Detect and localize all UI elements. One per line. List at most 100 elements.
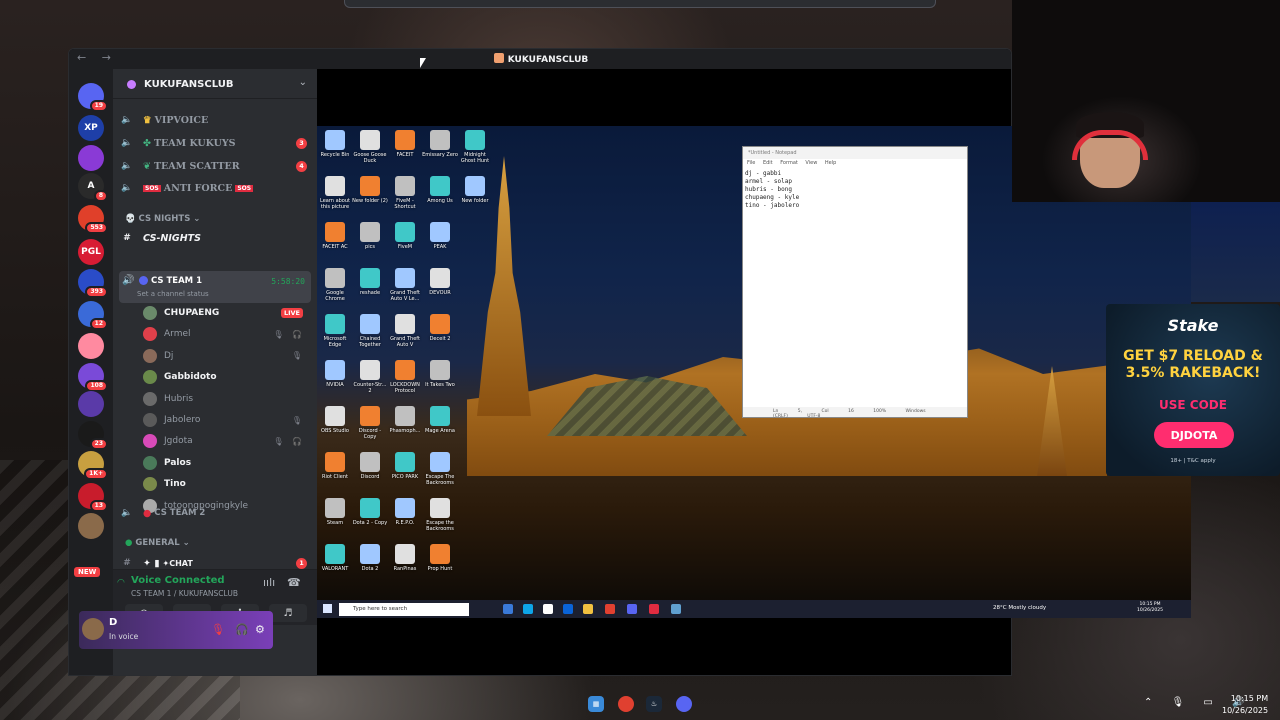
channel-status-prompt[interactable]: Set a channel status [137, 290, 209, 298]
desktop-shortcut[interactable]: NVIDIA [317, 360, 353, 388]
weather-widget[interactable]: 28°C Mostly cloudy [993, 605, 1046, 611]
voice-status[interactable]: Voice Connected [131, 575, 225, 586]
discord-taskbar-icon[interactable] [676, 696, 692, 712]
settings-gear-icon[interactable]: ⚙ [255, 623, 265, 636]
taskview-icon[interactable] [503, 604, 513, 614]
desktop-shortcut[interactable]: Deceit 2 [422, 314, 458, 342]
desktop-shortcut[interactable]: Grand Theft Auto V Le... [387, 268, 423, 302]
server-icon[interactable]: PGL [78, 239, 104, 265]
server-icon[interactable] [78, 513, 104, 539]
desktop-shortcut[interactable]: Steam [317, 498, 353, 526]
chevron-down-icon[interactable]: ⌄ [299, 77, 307, 88]
desktop-shortcut[interactable]: Goose Goose Duck [352, 130, 388, 164]
desktop-shortcut[interactable]: Escape the Backrooms [422, 498, 458, 532]
server-icon[interactable]: 19 [78, 83, 108, 112]
desktop-shortcut[interactable]: Midnight Ghost Hunt [457, 130, 493, 164]
avatar[interactable] [82, 618, 104, 640]
text-channel-cs-nights[interactable]: # CS-NIGHTS [121, 228, 311, 248]
voice-member[interactable]: Armel 🎙 🎧 [143, 324, 309, 344]
desktop-shortcut[interactable]: DEVOUR [422, 268, 458, 296]
windows-start-icon[interactable] [323, 604, 332, 613]
server-icon[interactable]: 13 [78, 483, 108, 512]
desktop-shortcut[interactable]: It Takes Two [422, 360, 458, 388]
desktop-shortcut[interactable]: Grand Theft Auto V [387, 314, 423, 348]
desktop-shortcut[interactable]: New folder [457, 176, 493, 204]
channel-anti-force[interactable]: 🔈 SOS ANTI FORCE SOS [121, 178, 311, 198]
current-voice-channel[interactable]: 🔊 CS TEAM 1 5:58:20 Set a channel status [119, 271, 311, 303]
server-icon[interactable] [78, 145, 104, 171]
desktop-shortcut[interactable]: Microsoft Edge [317, 314, 353, 348]
channel-cs-team-2[interactable]: 🔈 ● CS TEAM 2 [121, 503, 311, 523]
voice-member[interactable]: Hubris [143, 389, 309, 409]
server-icon[interactable]: A8 [78, 173, 108, 202]
channel-team-kukuys[interactable]: 🔈 ✤ TEAM KUKUYS 3 [121, 133, 311, 153]
windows-start-icon[interactable]: ▦ [588, 696, 604, 712]
desktop-shortcut[interactable]: Discord [352, 452, 388, 480]
desktop-shortcut[interactable]: FiveM [387, 222, 423, 250]
desktop-shortcut[interactable]: Chained Together [352, 314, 388, 348]
desktop-shortcut[interactable]: Riot Client [317, 452, 353, 480]
desktop-shortcut[interactable]: RanPinas [387, 544, 423, 572]
chrome-icon[interactable] [618, 696, 634, 712]
noise-suppression-icon[interactable]: ıılı [263, 576, 275, 589]
desktop-shortcut[interactable]: pics [352, 222, 388, 250]
desktop-shortcut[interactable]: LOCKDOWN Protocol [387, 360, 423, 394]
desktop-shortcut[interactable]: OBS Studio [317, 406, 353, 434]
explorer-icon[interactable] [583, 604, 593, 614]
category-general[interactable]: ● GENERAL ⌄ [125, 538, 190, 548]
voice-member[interactable]: Tino [143, 474, 309, 494]
riot-icon[interactable] [649, 604, 659, 614]
desktop-shortcut[interactable]: Google Chrome [317, 268, 353, 302]
desktop-shortcut[interactable]: Counter-Str... 2 [352, 360, 388, 394]
desktop-shortcut[interactable]: New folder (2) [352, 176, 388, 204]
notepad-body[interactable]: dj - gabbi armel - solap hubris - bong chup… [743, 168, 967, 212]
server-icon[interactable]: 23 [78, 421, 108, 450]
desktop-shortcut[interactable]: Among Us [422, 176, 458, 204]
mute-icon[interactable]: 🎙 [211, 623, 225, 636]
server-icon[interactable] [78, 391, 104, 417]
desktop-shortcut[interactable]: FiveM - Shortcut [387, 176, 423, 210]
desktop-shortcut[interactable]: Prop Hunt [422, 544, 458, 572]
desktop-shortcut[interactable]: Escape The Backrooms [422, 452, 458, 486]
channel-team-scatter[interactable]: 🔈 ❦ TEAM SCATTER 4 [121, 156, 311, 176]
desktop-shortcut[interactable]: Discord - Copy [352, 406, 388, 440]
discord-taskbar-icon[interactable] [627, 604, 637, 614]
channel-vipvoice[interactable]: 🔈 ♛ VIPVOICE [121, 110, 311, 130]
voice-member[interactable]: Jabolero 🎙 [143, 410, 309, 430]
server-icon[interactable]: 1K+ [78, 451, 108, 480]
voice-location[interactable]: CS TEAM 1 / KUKUFANSCLUB [131, 589, 238, 598]
voice-member[interactable]: Dj 🎙 [143, 346, 309, 366]
desktop-shortcut[interactable]: Emissary Zero [422, 130, 458, 158]
headset-icon[interactable]: 🎧 [235, 623, 249, 636]
desktop-shortcut[interactable]: FACEIT [387, 130, 423, 158]
desktop-shortcut[interactable]: Recycle Bin [317, 130, 353, 158]
desktop-shortcut[interactable]: Dota 2 - Copy [352, 498, 388, 526]
soundboard-button[interactable]: ♬ [269, 604, 307, 622]
notepad-taskbar-icon[interactable] [671, 604, 681, 614]
voice-member[interactable]: Jgdota 🎙 🎧 [143, 431, 309, 451]
desktop-shortcut[interactable]: Mage Arena [422, 406, 458, 434]
voice-member[interactable]: Palos [143, 453, 309, 473]
voice-member[interactable]: Gabbidoto [143, 367, 309, 387]
notepad-window[interactable]: *Untitled - Notepad File Edit Format Vie… [742, 146, 968, 419]
server-icon[interactable]: 108 [78, 363, 108, 392]
desktop-shortcut[interactable]: Phasmoph... [387, 406, 423, 434]
server-icon[interactable]: 12 [78, 301, 108, 330]
desktop-shortcut[interactable]: Learn about this picture [317, 176, 353, 210]
desktop-shortcut[interactable]: PICO PARK [387, 452, 423, 480]
desktop-shortcut[interactable]: VALORANT [317, 544, 353, 572]
desktop-shortcut[interactable]: reshade [352, 268, 388, 296]
chrome-icon[interactable] [605, 604, 615, 614]
server-header[interactable]: KUKUFANSCLUB ⌄ [113, 69, 317, 99]
desktop-shortcut[interactable]: R.E.P.O. [387, 498, 423, 526]
server-icon[interactable]: 553 [78, 205, 108, 234]
category-cs-nights[interactable]: 💀 CS NIGHTS ⌄ [125, 214, 200, 224]
desktop-shortcut[interactable]: Dota 2 [352, 544, 388, 572]
desktop-shortcut[interactable]: PEAK [422, 222, 458, 250]
voice-member[interactable]: CHUPAENG LIVE [143, 303, 309, 323]
taskbar-search[interactable]: Type here to search [339, 603, 469, 616]
notepad-menu[interactable]: File Edit Format View Help [743, 159, 967, 168]
server-icon[interactable] [78, 333, 104, 359]
disconnect-icon[interactable]: ☎ [287, 576, 301, 589]
edge-icon[interactable] [523, 604, 533, 614]
